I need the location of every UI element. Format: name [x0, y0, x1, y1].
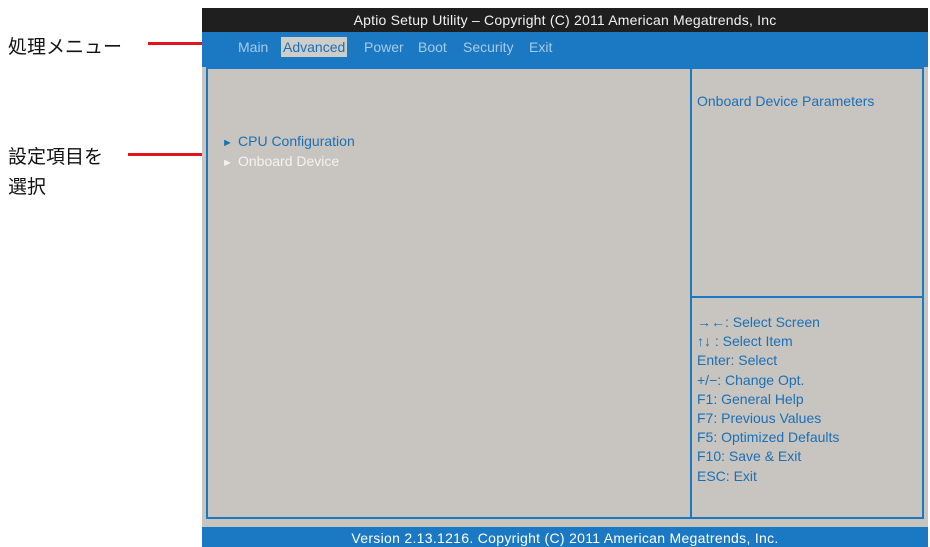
key-help-item: F1: General Help	[697, 390, 804, 407]
key-help-item: ↑↓ : Select Item	[697, 333, 793, 350]
menu-annotation-label: 処理メニュー	[8, 36, 123, 58]
entry-label: Onboard Device	[238, 153, 340, 169]
bios-menu-bar: Main Advanced Power Boot Security Exit	[202, 32, 928, 67]
entry-cpu-configuration[interactable]: ► CPU Configuration	[222, 131, 355, 151]
key-help-item: F5: Optimized Defaults	[697, 429, 840, 446]
key-help-item: F10: Save & Exit	[697, 448, 802, 465]
key-help-item: ESC: Exit	[697, 467, 757, 484]
key-help-item: F7: Previous Values	[697, 409, 822, 426]
select-annotation-label-line2: 選択	[8, 176, 47, 198]
key-help-item: +/−: Change Opt.	[697, 371, 805, 388]
bios-title-bar: Aptio Setup Utility – Copyright (C) 2011…	[202, 8, 928, 32]
bios-setup-screen: Aptio Setup Utility – Copyright (C) 2011…	[202, 8, 928, 547]
select-annotation-line	[128, 153, 212, 156]
menu-tab-power[interactable]: Power	[362, 37, 406, 57]
menu-tab-exit[interactable]: Exit	[527, 37, 554, 57]
bios-footer: Version 2.13.1216. Copyright (C) 2011 Am…	[202, 527, 928, 547]
menu-tab-main[interactable]: Main	[236, 37, 270, 57]
key-help-item: →←: Select Screen	[697, 314, 820, 330]
menu-tab-boot[interactable]: Boot	[416, 37, 449, 57]
help-title: Onboard Device Parameters	[697, 93, 875, 109]
panel-divider-vertical	[690, 69, 692, 517]
menu-tab-security[interactable]: Security	[461, 37, 516, 57]
key-help-list: →←: Select Screen ↑↓ : Select Item Enter…	[697, 313, 839, 486]
submenu-arrow-icon: ►	[222, 137, 233, 149]
entry-label: CPU Configuration	[238, 133, 355, 149]
help-divider-horizontal	[692, 296, 924, 298]
key-help-item: Enter: Select	[697, 352, 778, 369]
submenu-arrow-icon: ►	[222, 157, 233, 169]
bios-content-frame: ► CPU Configuration ► Onboard Device Onboa…	[206, 67, 924, 519]
select-annotation-label-line1: 設定項目を	[8, 146, 104, 168]
entry-onboard-device[interactable]: ► Onboard Device	[222, 151, 339, 171]
menu-tab-advanced[interactable]: Advanced	[281, 37, 348, 57]
